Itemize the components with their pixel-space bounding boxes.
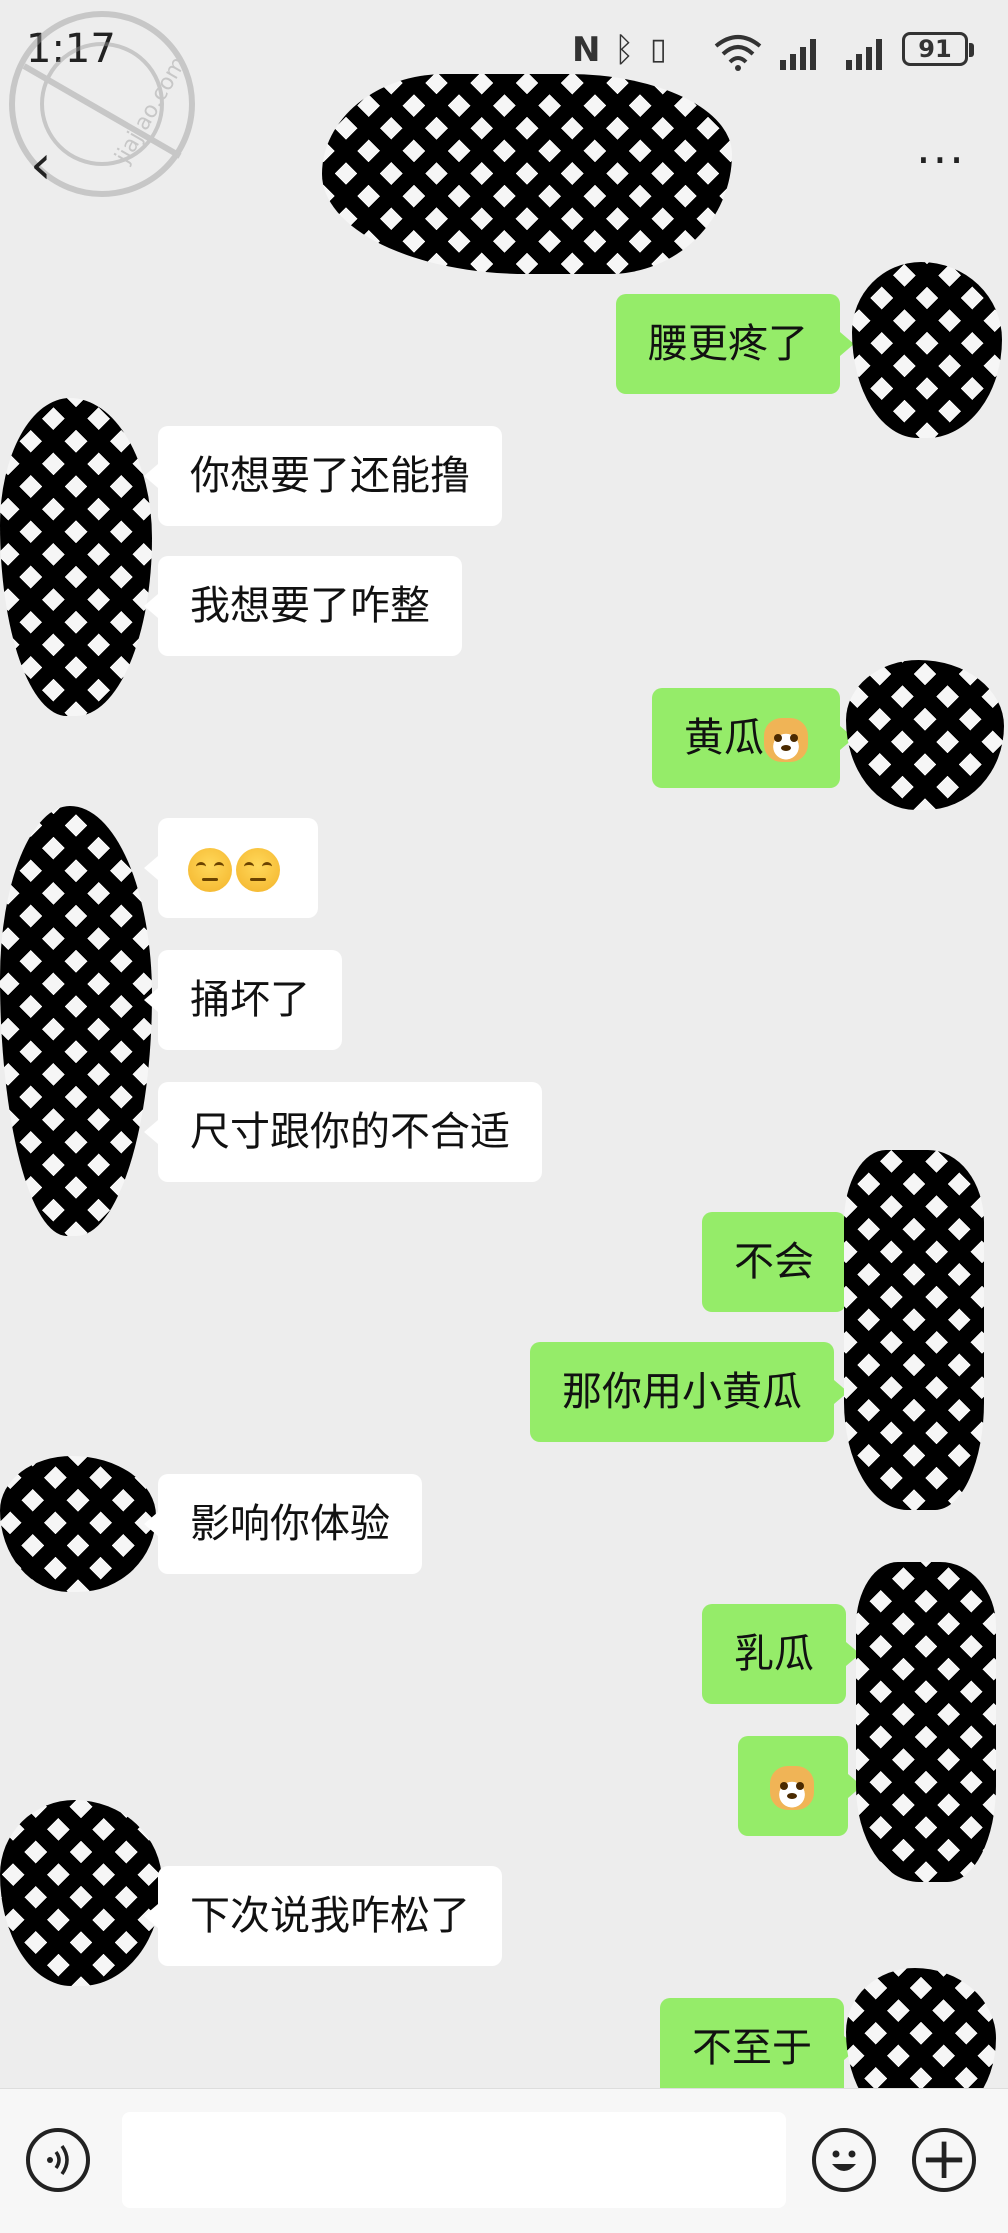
avatar-self-redacted	[844, 1150, 984, 1510]
message-bubble-received[interactable]: 影响你体验	[144, 1474, 422, 1574]
bluetooth-icon: ᛒ	[614, 30, 635, 70]
voice-button[interactable]	[26, 2128, 90, 2192]
back-button[interactable]: ‹	[30, 130, 90, 200]
message-bubble-received[interactable]: 下次说我咋松了	[144, 1866, 502, 1966]
message-bubble-received[interactable]: 捅坏了	[144, 950, 342, 1050]
smiley-icon	[832, 2150, 856, 2171]
doge-emoji-icon	[770, 1766, 814, 1810]
message-bubble-sent[interactable]: 那你用小黄瓜	[530, 1342, 848, 1442]
message-bubble-sent[interactable]: 腰更疼了	[616, 294, 854, 394]
wifi-icon	[714, 35, 762, 71]
message-bubble-sent[interactable]: 不至于	[660, 1998, 858, 2098]
vibrate-icon: ▯	[650, 32, 667, 67]
plus-icon: +	[919, 2124, 969, 2192]
message-bubble-received[interactable]: 我想要了咋整	[144, 556, 462, 656]
message-text: 黄瓜	[684, 715, 764, 761]
eye-roll-emoji-icon	[236, 848, 280, 892]
emoji-button[interactable]	[812, 2128, 876, 2192]
message-bubble-sent[interactable]: 黄瓜	[652, 688, 854, 788]
message-bubble-received[interactable]: 尺寸跟你的不合适	[144, 1082, 542, 1182]
signal-icon	[780, 39, 816, 70]
more-button[interactable]: ···	[906, 130, 976, 200]
message-input[interactable]	[122, 2112, 786, 2208]
message-bubble-received[interactable]	[144, 818, 318, 918]
battery-indicator: 91	[902, 32, 974, 66]
doge-emoji-icon	[764, 718, 808, 762]
message-bubble-received[interactable]: 你想要了还能撸	[144, 426, 502, 526]
message-bubble-sent[interactable]	[738, 1736, 862, 1836]
plus-button[interactable]: +	[912, 2128, 976, 2192]
chevron-left-icon: ‹	[30, 133, 52, 196]
voice-icon	[47, 2144, 69, 2176]
eye-roll-emoji-icon	[188, 848, 232, 892]
avatar-self-redacted	[856, 1562, 996, 1882]
nfc-icon: N	[572, 30, 601, 70]
message-bubble-sent[interactable]: 乳瓜	[702, 1604, 860, 1704]
signal-icon	[846, 39, 882, 70]
message-bubble-sent[interactable]: 不会	[702, 1212, 860, 1312]
